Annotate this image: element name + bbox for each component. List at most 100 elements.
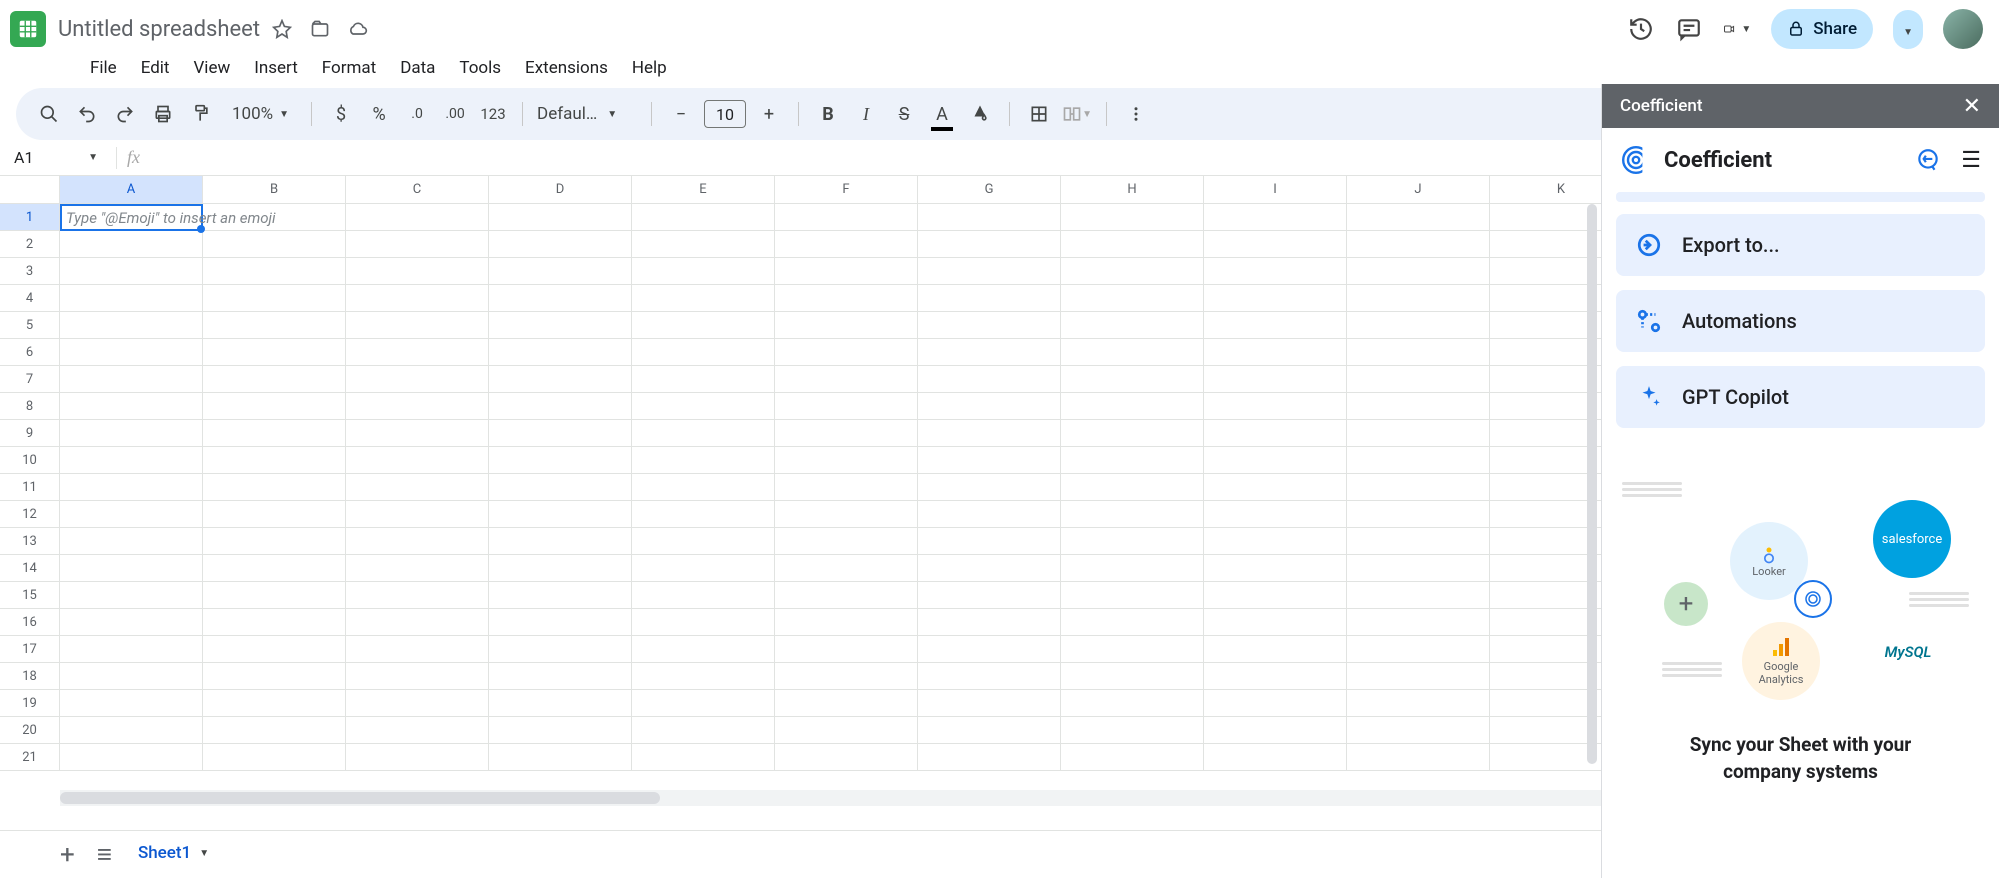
row-header[interactable]: 4 (0, 285, 60, 312)
percent-icon[interactable]: % (364, 99, 394, 129)
row-header[interactable]: 17 (0, 636, 60, 663)
cell[interactable] (1061, 420, 1204, 447)
cell[interactable] (632, 258, 775, 285)
search-icon[interactable] (34, 99, 64, 129)
cell[interactable] (203, 366, 346, 393)
cell[interactable] (1061, 312, 1204, 339)
document-title[interactable]: Untitled spreadsheet (58, 17, 260, 42)
cell[interactable] (203, 690, 346, 717)
add-sheet-icon[interactable]: + (60, 840, 75, 870)
row-header[interactable]: 21 (0, 744, 60, 771)
menu-format[interactable]: Format (312, 54, 386, 82)
cell[interactable] (60, 744, 203, 771)
cell[interactable] (632, 663, 775, 690)
cell[interactable] (632, 609, 775, 636)
cell[interactable] (489, 258, 632, 285)
menu-extensions[interactable]: Extensions (515, 54, 618, 82)
cell[interactable] (918, 231, 1061, 258)
cell[interactable] (346, 636, 489, 663)
cell[interactable] (203, 393, 346, 420)
cell[interactable] (346, 690, 489, 717)
row-header[interactable]: 13 (0, 528, 60, 555)
cell[interactable] (203, 474, 346, 501)
cell[interactable] (775, 204, 918, 231)
cell[interactable] (775, 366, 918, 393)
cell[interactable] (1061, 582, 1204, 609)
cell[interactable] (1347, 636, 1490, 663)
row-header[interactable]: 18 (0, 663, 60, 690)
row-header[interactable]: 6 (0, 339, 60, 366)
zoom-select[interactable]: 100%▼ (224, 104, 297, 124)
cell[interactable] (60, 420, 203, 447)
cell[interactable] (1347, 555, 1490, 582)
italic-icon[interactable]: I (851, 99, 881, 129)
cell[interactable] (346, 393, 489, 420)
cell[interactable] (632, 393, 775, 420)
cell[interactable] (203, 285, 346, 312)
borders-icon[interactable] (1024, 99, 1054, 129)
active-cell[interactable]: Type "@Emoji" to insert an emoji (60, 204, 203, 231)
font-select[interactable]: Defaul…▼ (537, 104, 637, 124)
column-header[interactable]: F (775, 176, 918, 204)
cell[interactable] (918, 636, 1061, 663)
cell[interactable] (60, 582, 203, 609)
row-header[interactable]: 9 (0, 420, 60, 447)
cell[interactable] (60, 717, 203, 744)
cell[interactable] (918, 393, 1061, 420)
cell[interactable] (1204, 744, 1347, 771)
fill-color-icon[interactable] (965, 99, 995, 129)
cell[interactable] (1347, 366, 1490, 393)
cell[interactable] (346, 204, 489, 231)
cell[interactable] (1204, 474, 1347, 501)
cell[interactable] (60, 663, 203, 690)
increase-decimal-icon[interactable]: .00 (440, 99, 470, 129)
cell[interactable] (775, 744, 918, 771)
cell[interactable] (1204, 366, 1347, 393)
cell[interactable] (346, 285, 489, 312)
cell[interactable] (632, 312, 775, 339)
cell[interactable] (632, 420, 775, 447)
cell[interactable] (60, 258, 203, 285)
select-all-corner[interactable] (0, 176, 60, 204)
cell[interactable] (1061, 663, 1204, 690)
row-header[interactable]: 5 (0, 312, 60, 339)
cell[interactable] (1204, 231, 1347, 258)
cell[interactable] (775, 555, 918, 582)
cell[interactable] (203, 528, 346, 555)
account-avatar[interactable] (1943, 9, 1983, 49)
cell[interactable] (1347, 690, 1490, 717)
cell[interactable] (60, 528, 203, 555)
cell[interactable] (1347, 204, 1490, 231)
cell[interactable] (918, 366, 1061, 393)
cell[interactable] (632, 285, 775, 312)
cell[interactable] (632, 555, 775, 582)
cell[interactable] (489, 285, 632, 312)
cell[interactable] (346, 258, 489, 285)
cell[interactable] (1347, 258, 1490, 285)
cell[interactable] (489, 690, 632, 717)
cell[interactable] (1204, 555, 1347, 582)
cell[interactable] (1204, 717, 1347, 744)
cell[interactable] (775, 393, 918, 420)
cell[interactable] (1061, 744, 1204, 771)
cell[interactable] (1204, 528, 1347, 555)
cell[interactable] (1347, 339, 1490, 366)
cell[interactable] (918, 744, 1061, 771)
cell[interactable] (775, 420, 918, 447)
cell[interactable] (1347, 663, 1490, 690)
cell[interactable] (203, 312, 346, 339)
cell[interactable] (489, 555, 632, 582)
print-icon[interactable] (148, 99, 178, 129)
column-header[interactable]: J (1347, 176, 1490, 204)
cell[interactable] (203, 744, 346, 771)
cell[interactable] (1061, 339, 1204, 366)
cell[interactable] (632, 366, 775, 393)
cell[interactable] (346, 609, 489, 636)
cell[interactable] (775, 663, 918, 690)
merge-cells-icon[interactable]: ▼ (1062, 99, 1092, 129)
cell[interactable] (632, 474, 775, 501)
cell[interactable] (60, 609, 203, 636)
cell[interactable] (1061, 285, 1204, 312)
cell[interactable] (60, 636, 203, 663)
cell[interactable] (60, 555, 203, 582)
